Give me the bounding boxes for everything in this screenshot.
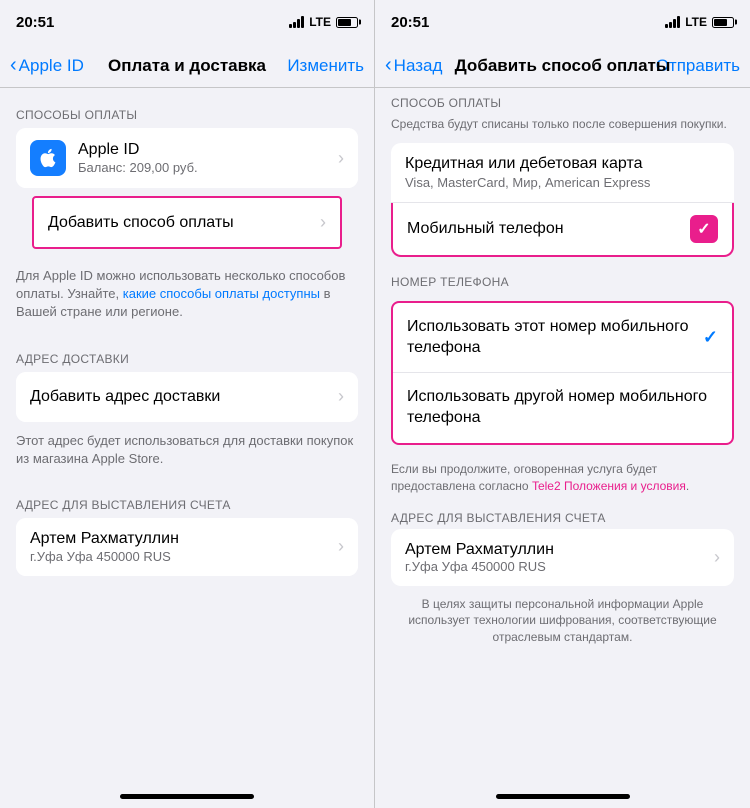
billing-address-right[interactable]: Артем Рахматуллин г.Уфа Уфа 450000 RUS › (391, 529, 734, 586)
add-payment-button[interactable]: Добавить способ оплаты › (32, 196, 342, 249)
add-delivery-text: Добавить адрес доставки (30, 388, 334, 406)
billing-item[interactable]: Артем Рахматуллин г.Уфа Уфа 450000 RUS › (16, 518, 358, 576)
payment-methods-header: СПОСОБЫ ОПЛАТЫ (0, 88, 374, 128)
mobile-phone-checkbox[interactable]: ✓ (690, 215, 718, 243)
home-indicator-right (375, 788, 750, 808)
mobile-phone-title: Мобильный телефон (407, 220, 564, 238)
battery-icon (336, 17, 358, 28)
phone-selected-icon: ✓ (703, 327, 718, 348)
back-button-left[interactable]: ‹ Apple ID (10, 56, 84, 76)
nav-title-left: Оплата и доставка (108, 56, 266, 76)
lte-label: LTE (309, 15, 331, 29)
apple-logo-icon (37, 147, 59, 169)
payment-list: Apple ID Баланс: 209,00 руб. › (16, 128, 358, 188)
add-delivery-chevron-icon: › (338, 386, 344, 407)
nav-bar-right: ‹ Назад Добавить способ оплаты Отправить (375, 44, 750, 88)
apple-id-text: Apple ID Баланс: 209,00 руб. (78, 141, 334, 175)
time-left: 20:51 (16, 14, 54, 31)
battery-fill (338, 19, 351, 26)
credit-card-title: Кредитная или дебетовая карта (405, 155, 720, 173)
billing-address-header: АДРЕС ДЛЯ ВЫСТАВЛЕНИЯ СЧЕТА (0, 478, 374, 518)
billing-address: г.Уфа Уфа 450000 RUS (30, 549, 334, 564)
delivery-list: Добавить адрес доставки › (16, 372, 358, 422)
billing-header-right: АДРЕС ДЛЯ ВЫСТАВЛЕНИЯ СЧЕТА (375, 503, 750, 529)
signal-icon (289, 16, 304, 28)
billing-list: Артем Рахматуллин г.Уфа Уфа 450000 RUS › (16, 518, 358, 576)
status-icons-left: LTE (289, 15, 358, 29)
add-delivery-item[interactable]: Добавить адрес доставки › (16, 372, 358, 422)
battery-icon-right (712, 17, 734, 28)
payment-method-header: СПОСОБ ОПЛАТЫ (375, 88, 750, 114)
add-payment-wrapper: Добавить способ оплаты › (16, 196, 358, 249)
billing-name: Артем Рахматуллин (30, 530, 334, 548)
terms-link[interactable]: Tele2 Положения и условия (532, 479, 686, 493)
back-label-left: Apple ID (19, 56, 84, 76)
apple-id-item[interactable]: Apple ID Баланс: 209,00 руб. › (16, 128, 358, 188)
add-payment-chevron-icon: › (320, 212, 326, 233)
apple-id-title: Apple ID (78, 141, 334, 159)
terms-text: Если вы продолжите, оговоренная услуга б… (375, 453, 750, 503)
bottom-spacer (0, 576, 374, 592)
nav-title-right: Добавить способ оплаты (455, 56, 671, 76)
left-screen: 20:51 LTE ‹ Apple ID Оплата и доставка И… (0, 0, 375, 808)
delivery-info-text: Этот адрес будет использоваться для дост… (0, 422, 374, 478)
payment-method-info: Средства будут списаны только после сове… (375, 114, 750, 143)
phone-number-section: Использовать этот номер мобильного телеф… (391, 301, 734, 445)
billing-addr-right: г.Уфа Уфа 450000 RUS (405, 559, 554, 574)
add-payment-label: Добавить способ оплаты (48, 214, 234, 232)
status-bar-right: 20:51 LTE (375, 0, 750, 44)
back-chevron-icon: ‹ (10, 55, 17, 75)
use-other-phone-label: Использовать другой номер мобильного тел… (407, 387, 718, 429)
home-bar (120, 794, 254, 799)
billing-chevron-icon: › (338, 536, 344, 557)
add-delivery-label: Добавить адрес доставки (30, 388, 334, 406)
signal-icon-right (665, 16, 680, 28)
security-text: В целях защиты персональной информации A… (375, 586, 750, 666)
nav-action-left[interactable]: Изменить (287, 56, 364, 76)
use-this-phone-label: Использовать этот номер мобильного телеф… (407, 317, 703, 359)
billing-text: Артем Рахматуллин г.Уфа Уфа 450000 RUS (30, 530, 334, 564)
nav-bar-left: ‹ Apple ID Оплата и доставка Изменить (0, 44, 374, 88)
payment-info-text: Для Apple ID можно использовать нескольк… (0, 257, 374, 332)
content-left: СПОСОБЫ ОПЛАТЫ Apple ID Баланс: 209,00 р… (0, 88, 374, 788)
credit-card-subtitle: Visa, MasterCard, Мир, American Express (405, 175, 720, 190)
phone-number-header: НОМЕР ТЕЛЕФОНА (375, 267, 750, 293)
apple-id-subtitle: Баланс: 209,00 руб. (78, 160, 334, 175)
right-screen: 20:51 LTE ‹ Назад Добавить способ оплаты… (375, 0, 750, 808)
billing-address-info: Артем Рахматуллин г.Уфа Уфа 450000 RUS (405, 541, 554, 574)
checkmark-icon: ✓ (697, 219, 710, 239)
billing-chevron-right-icon: › (714, 547, 720, 568)
credit-card-option[interactable]: Кредитная или дебетовая карта Visa, Mast… (391, 143, 734, 203)
battery-fill-right (714, 19, 727, 26)
credit-card-inner: Кредитная или дебетовая карта Visa, Mast… (391, 143, 734, 202)
apple-icon (30, 140, 66, 176)
status-icons-right: LTE (665, 15, 734, 29)
use-other-phone-option[interactable]: Использовать другой номер мобильного тел… (393, 373, 732, 443)
delivery-address-header: АДРЕС ДОСТАВКИ (0, 332, 374, 372)
billing-name-right: Артем Рахматуллин (405, 541, 554, 559)
lte-label-right: LTE (685, 15, 707, 29)
time-right: 20:51 (391, 14, 429, 31)
back-chevron-icon-right: ‹ (385, 55, 392, 75)
apple-id-chevron-icon: › (338, 148, 344, 169)
content-right: СПОСОБ ОПЛАТЫ Средства будут списаны тол… (375, 88, 750, 788)
home-indicator-left (0, 788, 374, 808)
back-button-right[interactable]: ‹ Назад (385, 56, 442, 76)
info-link[interactable]: какие способы оплаты доступны (123, 286, 320, 301)
status-bar-left: 20:51 LTE (0, 0, 374, 44)
mobile-phone-option[interactable]: Мобильный телефон ✓ (391, 203, 734, 257)
use-this-phone-option[interactable]: Использовать этот номер мобильного телеф… (393, 303, 732, 374)
home-bar-right (496, 794, 630, 799)
back-label-right: Назад (394, 56, 443, 76)
